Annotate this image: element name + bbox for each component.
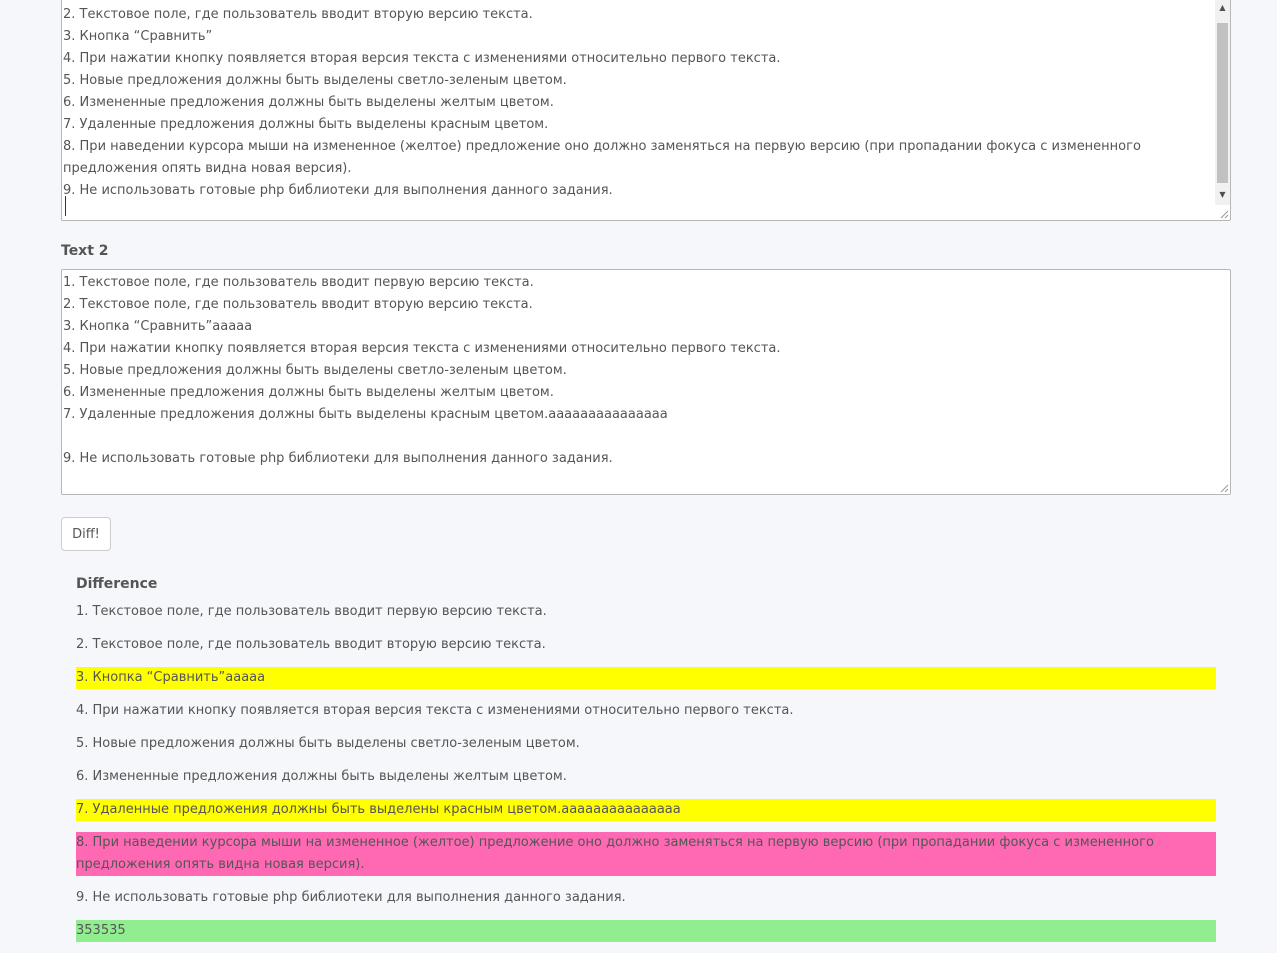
text1-line: 8. При наведении курсора мыши на изменен… [63,139,1146,176]
scroll-thumb[interactable] [1217,23,1228,183]
difference-title: Difference [76,576,158,592]
text1-line: 2. Текстовое поле, где пользователь ввод… [63,7,533,22]
diff-row-added: 353535 [76,920,1216,942]
text1-line: 7. Удаленные предложения должны быть выд… [63,117,549,132]
scroll-up-arrow-icon[interactable]: ▲ [1215,1,1230,14]
text2-line: 4. При нажатии кнопку появляется вторая … [63,341,781,356]
diff-row: 5. Новые предложения должны быть выделен… [76,736,580,751]
text-caret [65,196,66,216]
diff-row-changed: 3. Кнопка “Сравнить”aaaaa [76,667,1216,689]
diff-button[interactable]: Diff! [61,517,111,551]
text1-textarea[interactable]: 2. Текстовое поле, где пользователь ввод… [61,0,1231,221]
resize-grip-icon[interactable] [1219,209,1229,219]
scroll-down-arrow-icon[interactable]: ▼ [1215,188,1230,201]
text1-line: 4. При нажатии кнопку появляется вторая … [63,51,781,66]
text2-line: 2. Текстовое поле, где пользователь ввод… [63,297,533,312]
diff-row: 1. Текстовое поле, где пользователь ввод… [76,604,547,619]
diff-row: 9. Не использовать готовые php библиотек… [76,890,626,905]
diff-row: 4. При нажатии кнопку появляется вторая … [76,703,794,718]
text2-line [63,426,1210,448]
text2-line: 9. Не использовать готовые php библиотек… [63,451,613,466]
text1-line: 6. Измененные предложения должны быть вы… [63,95,554,110]
text2-line: 6. Измененные предложения должны быть вы… [63,385,554,400]
text2-line: 3. Кнопка “Сравнить”aaaaa [63,319,253,334]
text2-line: 5. Новые предложения должны быть выделен… [63,363,567,378]
text1-content: 2. Текстовое поле, где пользователь ввод… [63,4,1214,202]
diff-row: 2. Текстовое поле, где пользователь ввод… [76,637,546,652]
text2-label: Text 2 [61,243,109,259]
diff-row-removed[interactable]: 8. При наведении курсора мыши на изменен… [76,832,1216,876]
text2-textarea[interactable]: 1. Текстовое поле, где пользователь ввод… [61,269,1231,495]
text1-line: 3. Кнопка “Сравнить” [63,29,213,44]
diff-row-changed: 7. Удаленные предложения должны быть выд… [76,799,1216,821]
text1-line: 5. Новые предложения должны быть выделен… [63,73,567,88]
resize-grip-icon[interactable] [1219,483,1229,493]
text2-line: 1. Текстовое поле, где пользователь ввод… [63,275,534,290]
text2-content: 1. Текстовое поле, где пользователь ввод… [63,272,1210,470]
text1-scrollbar[interactable]: ▲ ▼ [1215,0,1230,205]
text1-line: 9. Не использовать готовые php библиотек… [63,183,613,198]
diff-row: 6. Измененные предложения должны быть вы… [76,769,567,784]
text2-line: 7. Удаленные предложения должны быть выд… [63,407,668,422]
